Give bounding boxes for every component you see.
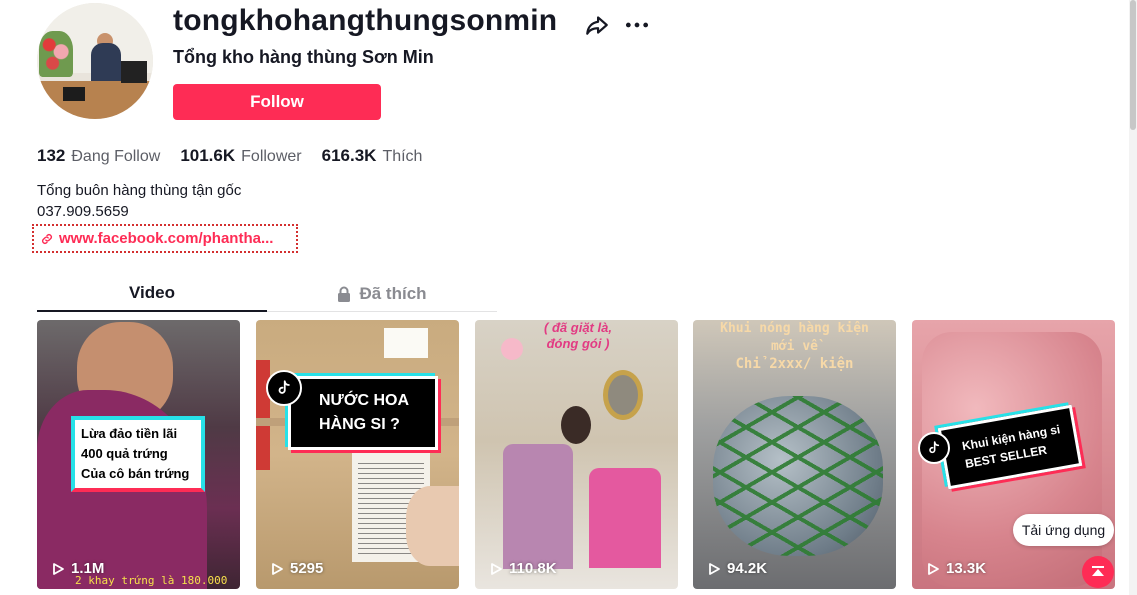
video-card-1[interactable]: Lừa đảo tiền lãi 400 quả trứng Của cô bá… <box>37 320 240 589</box>
tab-liked[interactable]: Đã thích <box>267 276 497 312</box>
video-3-caption-line-1: ( đã giặt là, <box>544 320 612 335</box>
video-4-bale <box>713 396 883 556</box>
video-card-3[interactable]: ( đã giặt là, đóng gói ) 110.8K <box>475 320 678 589</box>
link-icon <box>42 233 52 244</box>
video-3-person <box>561 406 591 444</box>
video-1-caption: Lừa đảo tiền lãi 400 quả trứng Của cô bá… <box>71 416 205 492</box>
video-1-caption-line-2: 400 quả trứng <box>81 446 168 461</box>
video-3-views: 110.8K <box>489 560 557 577</box>
video-card-2[interactable]: NƯỚC HOA HÀNG SI ? 5295 <box>256 320 459 589</box>
share-icon[interactable] <box>584 12 610 38</box>
video-2-red-tag <box>256 360 270 470</box>
video-2-caption: NƯỚC HOA HÀNG SI ? <box>288 376 438 450</box>
bio-link-text: www.facebook.com/phantha... <box>59 230 274 247</box>
video-1-view-count: 1.1M <box>71 560 105 577</box>
video-3-flower <box>501 338 523 360</box>
stat-likes-count: 616.3K <box>321 146 377 165</box>
video-2-sticker <box>384 328 428 358</box>
username: tongkhohangthungsonmin <box>173 4 558 37</box>
video-2-views: 5295 <box>270 560 323 577</box>
play-icon <box>928 562 939 575</box>
stat-likes-label: Thích <box>382 148 423 165</box>
avatar-box <box>63 87 85 101</box>
more-icon[interactable] <box>624 12 650 38</box>
video-card-5[interactable]: Khui kiện hàng si BEST SELLER Tải ứng dụ… <box>912 320 1115 589</box>
video-grid: Lừa đảo tiền lãi 400 quả trứng Của cô bá… <box>37 320 1117 589</box>
play-icon <box>53 562 64 575</box>
play-icon <box>709 562 720 575</box>
bio-link[interactable]: www.facebook.com/phantha... <box>32 224 298 253</box>
stat-following[interactable]: 132 Đang Follow <box>37 146 160 166</box>
video-3-caption-line-2: đóng gói ) <box>546 336 610 351</box>
stat-following-count: 132 <box>37 146 66 165</box>
stat-followers-count: 101.6K <box>180 146 236 165</box>
video-4-caption-line-3: Chỉ 2xxx/ kiện <box>735 356 854 372</box>
stat-likes: 616.3K Thích <box>322 146 423 166</box>
profile-tabs: Video Đã thích <box>37 276 497 312</box>
bio-phone: 037.909.5659 <box>37 203 129 220</box>
video-4-views: 94.2K <box>707 560 767 577</box>
video-5-views: 13.3K <box>926 560 986 577</box>
stat-followers[interactable]: 101.6K Follower <box>180 146 301 166</box>
avatar-person <box>91 43 121 83</box>
video-2-view-count: 5295 <box>290 560 324 577</box>
video-1-views: 1.1M <box>51 560 104 577</box>
video-1-caption-line-1: Lừa đảo tiền lãi <box>81 426 178 441</box>
stat-following-label: Đang Follow <box>71 148 161 165</box>
stat-followers-label: Follower <box>241 148 302 165</box>
bio-line-1: Tổng buôn hàng thùng tận gốc <box>37 182 242 199</box>
nickname: Tổng kho hàng thùng Sơn Min <box>173 47 434 67</box>
video-4-caption-line-1: Khui nóng hàng kiện <box>720 321 869 336</box>
play-icon <box>491 562 502 575</box>
tab-liked-label: Đã thích <box>359 284 427 303</box>
arrow-up-icon <box>1092 566 1104 576</box>
video-3-mirror <box>603 370 643 420</box>
scrollbar-thumb[interactable] <box>1130 0 1136 130</box>
video-5-view-count: 13.3K <box>946 560 987 577</box>
tab-video[interactable]: Video <box>37 276 267 312</box>
video-2-caption-line-2: HÀNG SI ? <box>319 416 400 433</box>
avatar-monitor <box>121 61 147 83</box>
avatar-flowers <box>39 31 73 77</box>
video-1-caption-line-3: Của cô bán trứng <box>81 466 190 481</box>
video-3-caption: ( đã giặt là, đóng gói ) <box>533 320 623 352</box>
bio: Tổng buôn hàng thùng tận gốc 037.909.565… <box>37 180 241 222</box>
get-app-button[interactable]: Tải ứng dụng <box>1013 514 1114 546</box>
play-icon <box>272 562 283 575</box>
lock-icon <box>338 286 351 302</box>
profile-stats: 132 Đang Follow 101.6K Follower 616.3K T… <box>37 146 442 166</box>
tab-video-label: Video <box>129 283 175 302</box>
video-3-coat-purple <box>503 444 573 569</box>
avatar-desk <box>37 81 153 119</box>
follow-button[interactable]: Follow <box>173 84 381 120</box>
tiktok-logo-icon <box>266 370 302 406</box>
video-4-caption-top: Khui nóng hàng kiện mới về <box>693 320 896 356</box>
video-2-hand <box>406 486 459 566</box>
back-to-top-button[interactable] <box>1082 556 1114 588</box>
avatar[interactable] <box>37 3 153 119</box>
tiktok-logo-icon <box>918 432 950 464</box>
video-card-4[interactable]: Khui nóng hàng kiện mới về Chỉ 2xxx/ kiệ… <box>693 320 896 589</box>
video-3-coat-pink <box>589 468 661 568</box>
video-4-view-count: 94.2K <box>727 560 768 577</box>
video-2-caption-line-1: NƯỚC HOA <box>319 392 410 409</box>
video-4-caption-line-2: mới về <box>771 339 818 354</box>
video-3-view-count: 110.8K <box>509 560 557 577</box>
